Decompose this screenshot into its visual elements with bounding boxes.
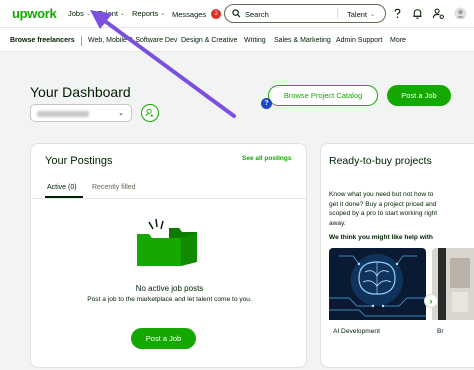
subnav-design-creative[interactable]: Design & Creative [181, 37, 237, 44]
post-job-button-card[interactable]: Post a Job [131, 328, 196, 349]
nav-messages-label: Messages [172, 9, 207, 19]
nav-reports-label: Reports [132, 9, 159, 18]
chevron-down-icon: ⌄ [160, 11, 166, 17]
post-job-button[interactable]: Post a Job [387, 85, 451, 106]
team-select[interactable]: ⌄ [30, 104, 132, 122]
tabs-divider [32, 198, 307, 199]
folder-icon [137, 218, 197, 266]
chevron-down-icon: ⌄ [370, 12, 376, 18]
nav-jobs-label: Jobs [68, 9, 84, 18]
category-subnav: Browse freelancers Web, Mobile & Softwar… [0, 28, 474, 52]
suggestion-heading: We think you might like help with [329, 234, 433, 241]
nav-jobs[interactable]: Jobs ⌄ [68, 9, 91, 18]
search-input[interactable]: Search [245, 10, 269, 19]
ai-brain-image [329, 248, 426, 320]
nav-messages[interactable]: Messages 2 [172, 9, 222, 19]
project-card-branding[interactable] [432, 248, 474, 320]
nav-talent-label: Talent [98, 9, 119, 18]
postings-title: Your Postings [45, 155, 113, 167]
search-scope-dropdown[interactable]: Talent ⌄ [347, 10, 375, 19]
search-bar[interactable]: Search Talent ⌄ [224, 4, 386, 23]
nav-talent[interactable]: Talent ⌄ [98, 9, 125, 18]
see-all-postings-link[interactable]: See all postings [242, 155, 292, 162]
help-icon[interactable]: ? [261, 98, 272, 109]
help-icon[interactable] [391, 7, 404, 20]
chevron-down-icon: ⌄ [120, 11, 126, 17]
empty-state-subtitle: Post a job to the marketplace and let ta… [87, 296, 252, 303]
top-navbar: upwork Jobs ⌄ Talent ⌄ Reports ⌄ Message… [0, 0, 474, 28]
branding-image [432, 248, 474, 320]
messages-count-badge: 2 [211, 9, 222, 19]
user-plus-icon [145, 108, 154, 117]
carousel-next-button[interactable]: › [424, 294, 438, 308]
empty-state-title: No active job posts [135, 284, 204, 293]
avatar[interactable] [454, 7, 467, 20]
subnav-web-mobile-software[interactable]: Web, Mobile & Software Dev [88, 37, 177, 44]
subnav-browse-freelancers[interactable]: Browse freelancers [10, 37, 75, 44]
page-title: Your Dashboard [30, 84, 131, 100]
browse-project-catalog-button[interactable]: Browse Project Catalog [268, 85, 378, 106]
project-card-ai-development[interactable] [329, 248, 426, 320]
subnav-divider [81, 36, 82, 46]
ready-to-buy-title: Ready-to-buy projects [329, 155, 432, 167]
search-divider [337, 8, 338, 19]
nav-reports[interactable]: Reports ⌄ [132, 9, 165, 18]
project-label-ai-development: AI Development [333, 328, 380, 335]
subnav-writing[interactable]: Writing [244, 37, 266, 44]
ready-to-buy-description: Know what you need but not how to get it… [329, 191, 438, 227]
add-team-member-button[interactable] [141, 104, 159, 122]
upwork-logo[interactable]: upwork [12, 6, 57, 21]
tab-active[interactable]: Active (0) [47, 184, 77, 191]
tab-recently-filled[interactable]: Recently filled [92, 184, 136, 191]
ready-to-buy-card: Ready-to-buy projects Know what you need… [320, 143, 474, 368]
project-label-branding: Br [437, 328, 444, 335]
bell-icon[interactable] [411, 7, 424, 20]
subnav-admin-support[interactable]: Admin Support [336, 37, 382, 44]
chevron-down-icon: ⌄ [118, 110, 124, 117]
search-scope-label: Talent [347, 10, 368, 19]
user-settings-icon[interactable] [432, 7, 445, 20]
search-icon [232, 9, 241, 18]
postings-card: Your Postings See all postings Active (0… [30, 143, 307, 368]
team-select-value [37, 111, 89, 117]
subnav-more[interactable]: More [390, 37, 406, 44]
chevron-down-icon: ⌄ [85, 11, 91, 17]
subnav-sales-marketing[interactable]: Sales & Marketing [274, 37, 331, 44]
